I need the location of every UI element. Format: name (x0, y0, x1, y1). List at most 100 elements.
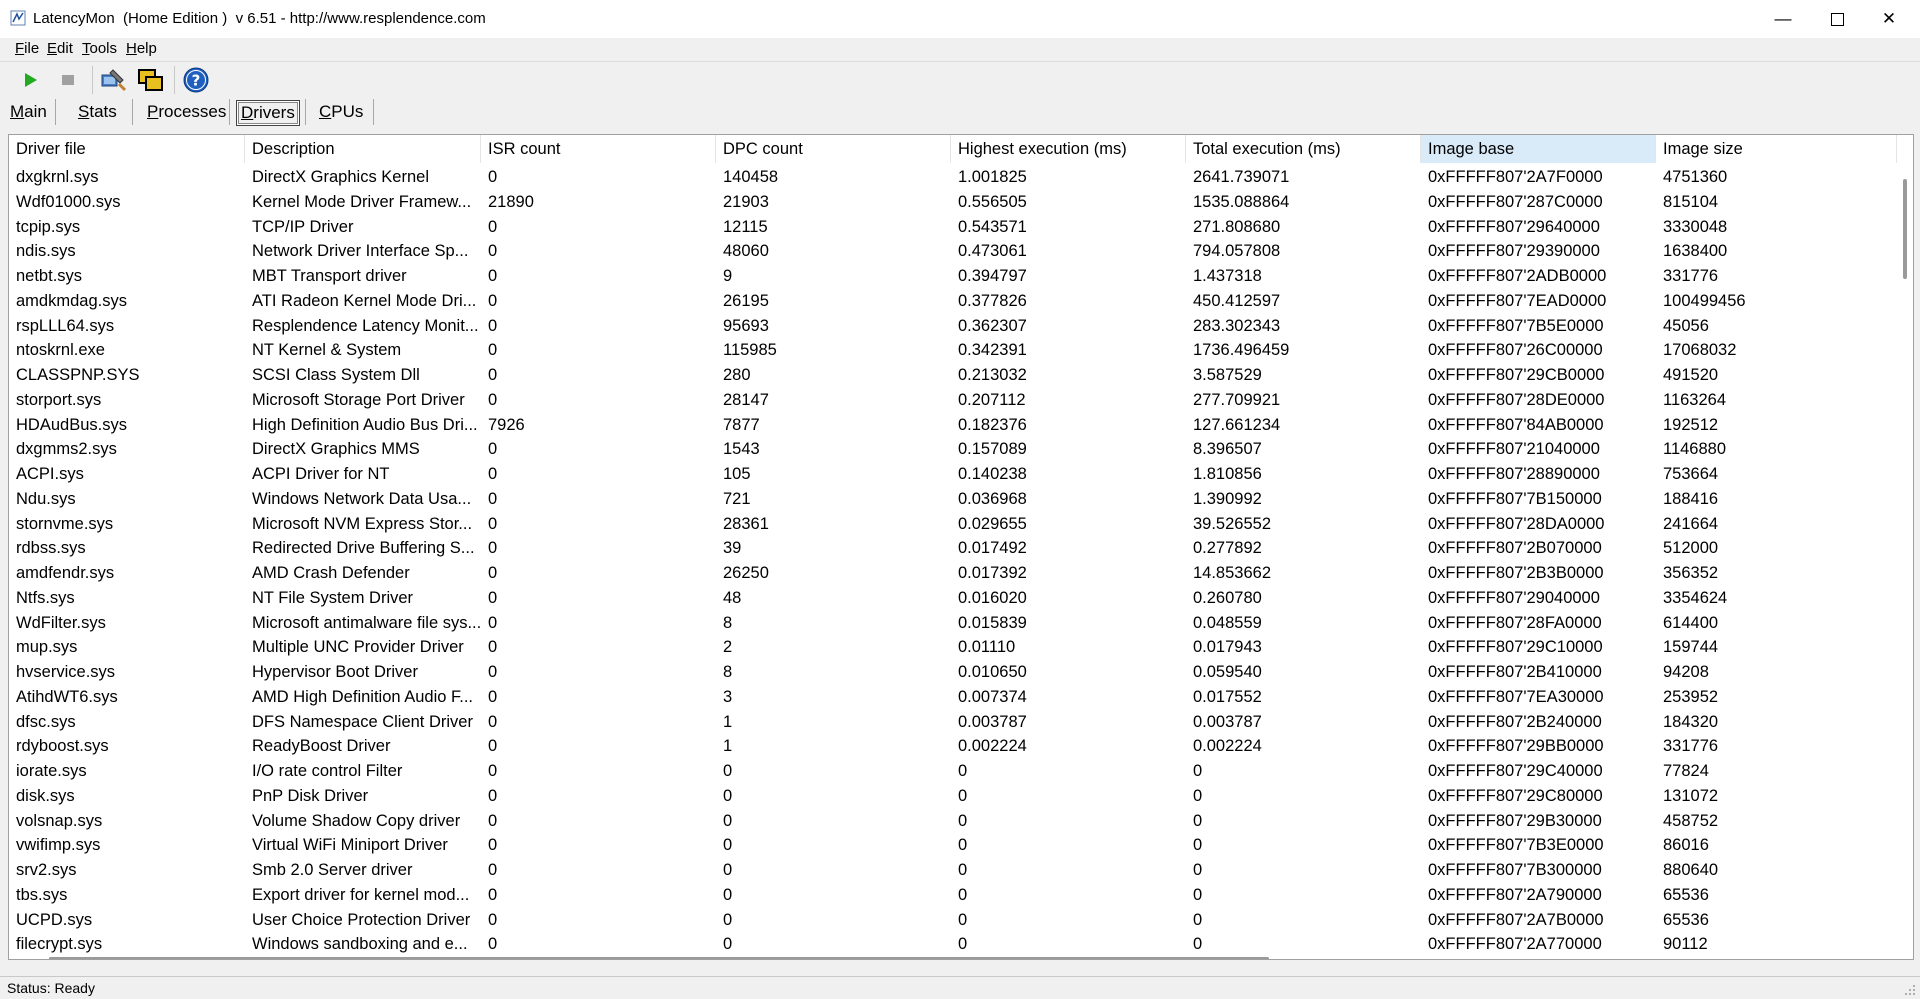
table-row[interactable]: netbt.sys MBT Transport driver 0 9 0.394797 1… (9, 264, 1897, 289)
table-row[interactable]: srv2.sys Smb 2.0 Server driver 0 0 0 0 0xFFFFF… (9, 858, 1897, 883)
isr-count-cell: 0 (488, 514, 498, 533)
table-row[interactable]: Ntfs.sys NT File System Driver 0 48 0.016020… (9, 586, 1897, 611)
table-row[interactable]: AtihdWT6.sys AMD High Definition Audio F.… (9, 685, 1897, 710)
table-row[interactable]: storport.sys Microsoft Storage Port Drive… (9, 388, 1897, 413)
highest-execution-cell: 0.556505 (958, 192, 1027, 211)
table-row[interactable]: WdFilter.sys Microsoft antimalware file s… (9, 611, 1897, 636)
driver-file-cell: rdbss.sys (16, 539, 86, 558)
table-row[interactable]: rdbss.sys Redirected Drive Buffering S...… (9, 536, 1897, 561)
table-row[interactable]: UCPD.sys User Choice Protection Driver 0 0 0… (9, 908, 1897, 933)
driver-file-cell: dfsc.sys (16, 712, 76, 731)
image-base-cell: 0xFFFFF807'28DE0000 (1428, 390, 1605, 409)
total-execution-cell: 8.396507 (1193, 440, 1262, 459)
image-size-cell: 3330048 (1663, 217, 1728, 236)
driver-file-cell: iorate.sys (16, 762, 87, 780)
column-header-highest-execution[interactable]: Highest execution (ms) (951, 135, 1186, 163)
vertical-scrollbar[interactable] (1897, 163, 1913, 959)
table-row[interactable]: Wdf01000.sys Kernel Mode Driver Framew...… (9, 190, 1897, 215)
menu-tools[interactable]: Tools (82, 40, 117, 57)
table-row[interactable]: amdkmdag.sys ATI Radeon Kernel Mode Dri..… (9, 289, 1897, 314)
table-row[interactable]: HDAudBus.sys High Definition Audio Bus Dr… (9, 413, 1897, 438)
table-row[interactable]: dxgkrnl.sys DirectX Graphics Kernel 0 14045… (9, 165, 1897, 190)
table-row[interactable]: Ndu.sys Windows Network Data Usa... 0 721 0.… (9, 487, 1897, 512)
column-header-description[interactable]: Description (245, 135, 481, 163)
resize-grip-icon[interactable] (1904, 984, 1916, 996)
table-row[interactable]: ndis.sys Network Driver Interface Sp... 0 4… (9, 239, 1897, 264)
windows-button[interactable] (135, 64, 167, 96)
start-monitor-button[interactable] (14, 64, 46, 96)
total-execution-cell: 1535.088864 (1193, 192, 1290, 211)
description-cell: AMD Crash Defender (252, 564, 410, 582)
help-button[interactable]: ? (180, 64, 212, 96)
highest-execution-cell: 0.394797 (958, 267, 1027, 285)
driver-file-cell: Ntfs.sys (16, 588, 75, 607)
table-row[interactable]: rspLLL64.sys Resplendence Latency Monit..… (9, 314, 1897, 339)
menu-help[interactable]: Help (126, 40, 157, 57)
drivers-list[interactable]: Driver file Description ISR count DPC co… (8, 134, 1914, 960)
table-row[interactable]: dxgmms2.sys DirectX Graphics MMS 0 1543 0.15… (9, 437, 1897, 462)
column-header-image-size[interactable]: Image size (1656, 135, 1897, 163)
highest-execution-cell: 0 (958, 836, 968, 855)
column-header-isr-count[interactable]: ISR count (481, 135, 716, 163)
dpc-count-cell: 39 (723, 539, 742, 558)
tab-main[interactable]: Main (6, 100, 51, 124)
image-base-cell: 0xFFFFF807'29C40000 (1428, 762, 1603, 780)
image-size-cell: 1146880 (1663, 440, 1727, 459)
tab-drivers[interactable]: Drivers (236, 100, 300, 126)
description-cell: TCP/IP Driver (252, 217, 354, 236)
table-row[interactable]: hvservice.sys Hypervisor Boot Driver 0 8 0.0… (9, 660, 1897, 685)
highest-execution-cell: 0.017492 (958, 539, 1027, 558)
column-header-driver-file[interactable]: Driver file (9, 135, 245, 163)
description-cell: Resplendence Latency Monit... (252, 316, 479, 335)
menu-edit[interactable]: Edit (47, 40, 73, 57)
description-cell: Multiple UNC Provider Driver (252, 638, 464, 657)
menu-file[interactable]: File (15, 40, 39, 57)
table-row[interactable]: disk.sys PnP Disk Driver 0 0 0 0 0xFFFFF807'29… (9, 784, 1897, 809)
table-row[interactable]: stornvme.sys Microsoft NVM Express Stor..… (9, 512, 1897, 537)
table-row[interactable]: amdfendr.sys AMD Crash Defender 0 26250 0.01… (9, 561, 1897, 586)
isr-count-cell: 0 (488, 588, 498, 607)
tab-stats[interactable]: Stats (74, 100, 121, 124)
table-row[interactable]: CLASSPNP.SYS SCSI Class System Dll 0 280 0.2… (9, 363, 1897, 388)
image-base-cell: 0xFFFFF807'7B5E0000 (1428, 316, 1604, 335)
tab-processes[interactable]: Processes (143, 100, 230, 124)
highest-execution-cell: 0 (958, 861, 968, 879)
tab-cpus[interactable]: CPUs (315, 100, 367, 124)
highest-execution-cell: 0.036968 (958, 489, 1027, 508)
column-header-total-execution[interactable]: Total execution (ms) (1186, 135, 1421, 163)
minimize-button[interactable]: — (1760, 0, 1806, 38)
description-cell: Network Driver Interface Sp... (252, 242, 469, 261)
driver-file-cell: rdyboost.sys (16, 737, 109, 756)
highest-execution-cell: 0 (958, 885, 968, 904)
image-size-cell: 65536 (1663, 885, 1709, 904)
highest-execution-cell: 0.007374 (958, 687, 1027, 706)
column-header-image-base[interactable]: Image base (1421, 135, 1656, 163)
highest-execution-cell: 0.003787 (958, 712, 1027, 731)
table-row[interactable]: volsnap.sys Volume Shadow Copy driver 0 0 0 0… (9, 809, 1897, 834)
image-size-cell: 45056 (1663, 316, 1709, 335)
table-row[interactable]: rdyboost.sys ReadyBoost Driver 0 1 0.002224 0… (9, 734, 1897, 759)
tab-separator (132, 99, 133, 125)
close-icon: ✕ (1881, 9, 1897, 28)
highest-execution-cell: 0.377826 (958, 291, 1027, 310)
maximize-button[interactable] (1814, 0, 1860, 38)
table-row[interactable]: ACPI.sys ACPI Driver for NT 0 105 0.140238 1.… (9, 462, 1897, 487)
windows-icon (138, 69, 163, 91)
column-header-dpc-count[interactable]: DPC count (716, 135, 951, 163)
table-row[interactable]: ntoskrnl.exe NT Kernel & System 0 115985 0.3… (9, 338, 1897, 363)
table-row[interactable]: iorate.sys I/O rate control Filter 0 0 0 0 0xF… (9, 759, 1897, 784)
horizontal-scrollbar-thumb[interactable] (49, 957, 1269, 959)
table-row[interactable]: tcpip.sys TCP/IP Driver 0 12115 0.543571 271.… (9, 215, 1897, 240)
table-row[interactable]: dfsc.sys DFS Namespace Client Driver 0 1 0.0… (9, 710, 1897, 735)
table-row[interactable]: vwifimp.sys Virtual WiFi Miniport Driver 0… (9, 833, 1897, 858)
driver-wizard-button[interactable] (97, 64, 129, 96)
vertical-scrollbar-thumb[interactable] (1903, 179, 1907, 279)
table-row[interactable]: filecrypt.sys Windows sandboxing and e...… (9, 932, 1897, 957)
stop-monitor-button[interactable] (52, 64, 84, 96)
image-base-cell: 0xFFFFF807'7B150000 (1428, 489, 1602, 508)
close-button[interactable]: ✕ (1866, 0, 1912, 38)
image-size-cell: 880640 (1663, 861, 1719, 879)
title-bar[interactable]: LatencyMon (Home Edition ) v 6.51 - http… (0, 0, 1920, 38)
table-row[interactable]: mup.sys Multiple UNC Provider Driver 0 2 0.0… (9, 635, 1897, 660)
table-row[interactable]: tbs.sys Export driver for kernel mod... 0 0… (9, 883, 1897, 908)
